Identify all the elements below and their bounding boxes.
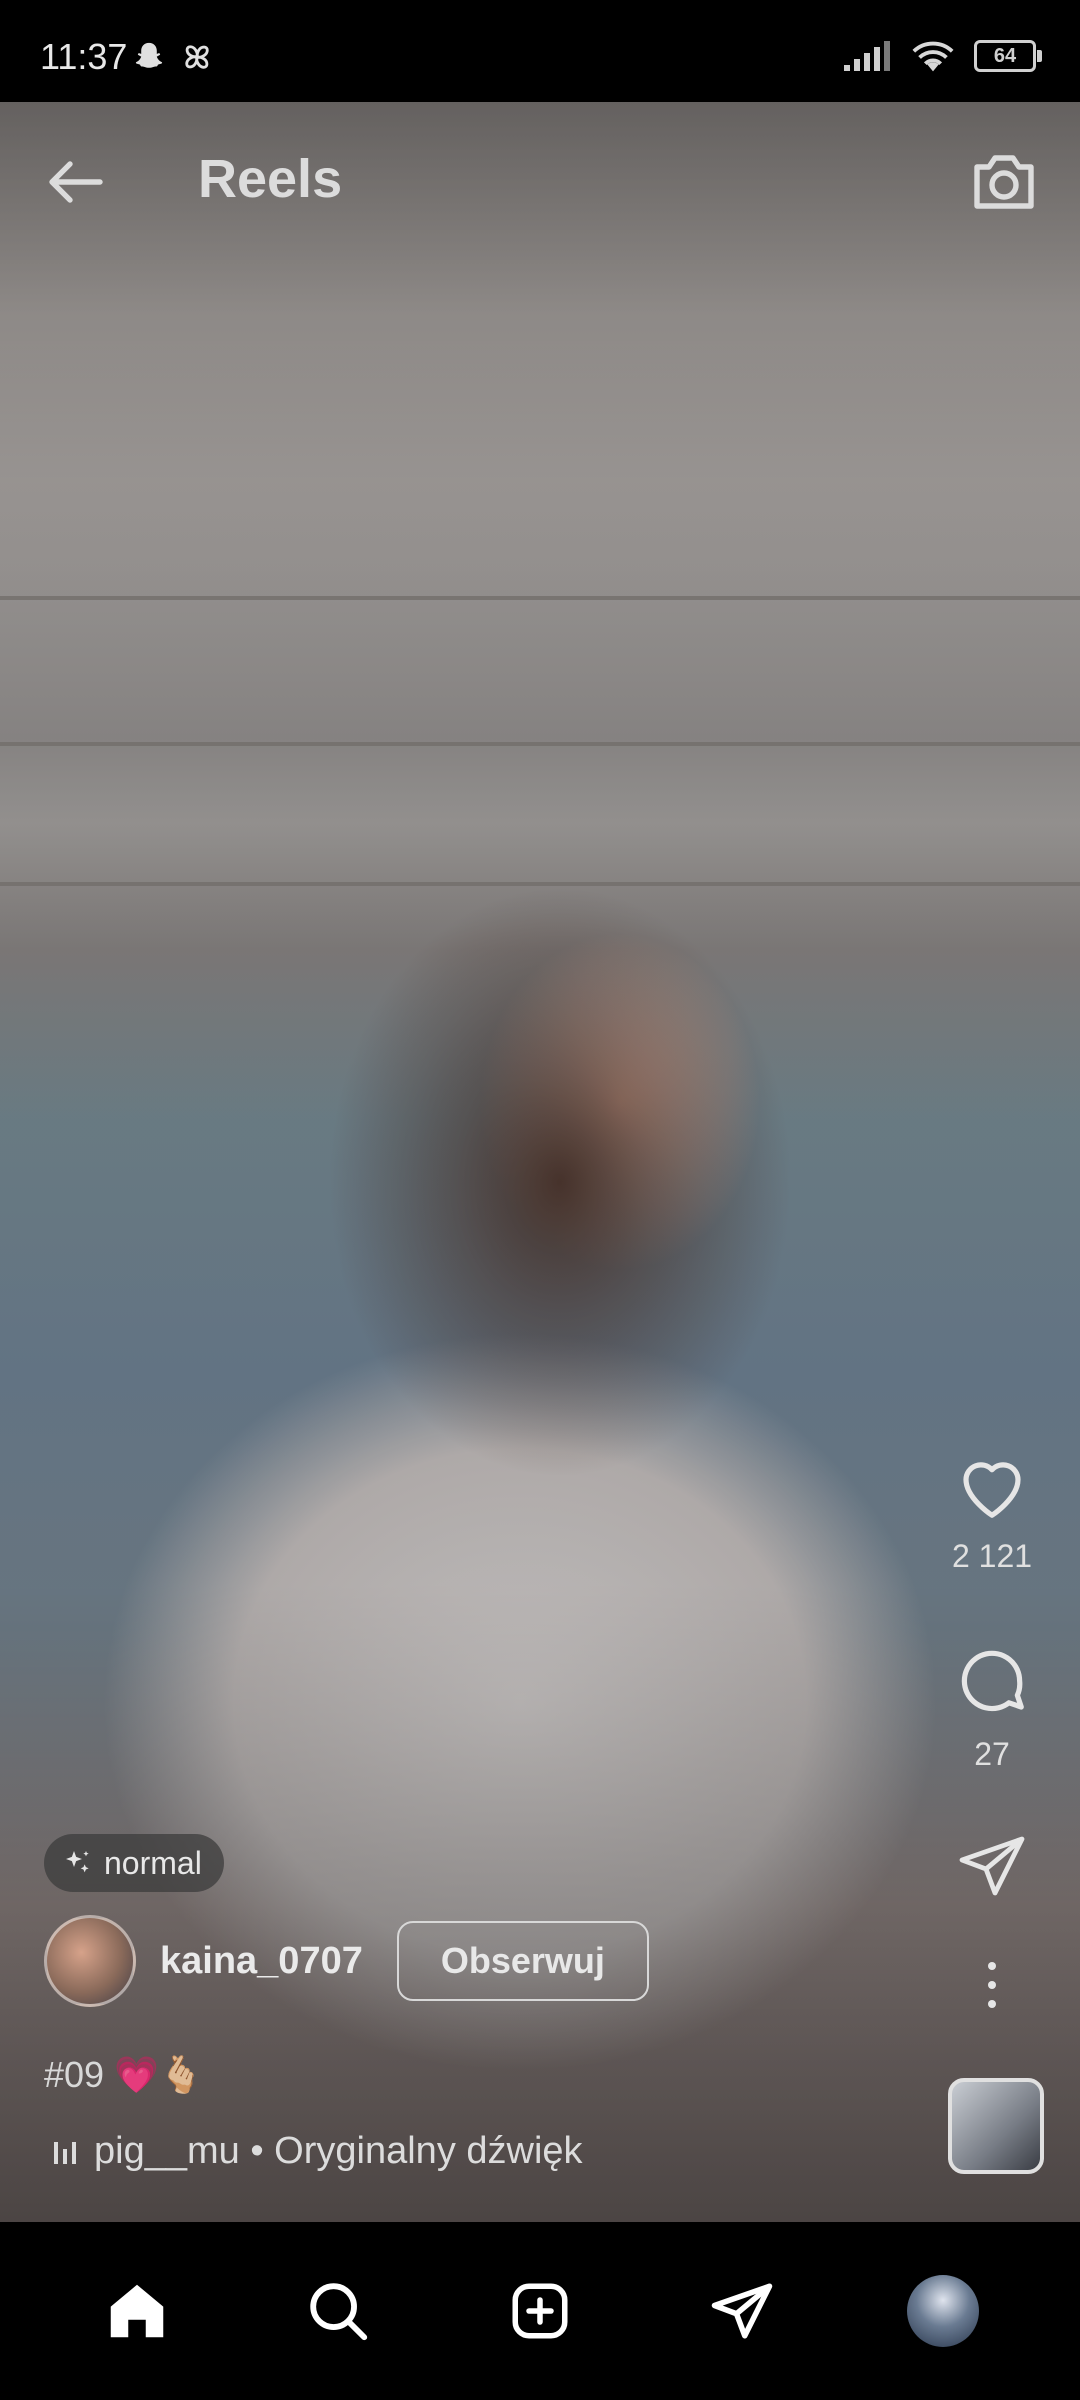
send-icon xyxy=(711,2283,772,2339)
effect-chip[interactable]: normal xyxy=(44,1834,224,1892)
audio-label: pig__mu • Oryginalny dźwięk xyxy=(94,2130,583,2172)
camera-icon xyxy=(974,155,1034,209)
video-shade xyxy=(0,102,1080,2222)
plus-square-icon xyxy=(512,2283,568,2339)
status-right-icons: 64 xyxy=(842,38,1042,74)
audio-thumbnail[interactable] xyxy=(948,2078,1044,2174)
more-vertical-icon xyxy=(988,1962,996,2008)
reels-header: Reels xyxy=(0,102,1080,252)
nav-profile[interactable] xyxy=(898,2266,988,2356)
audio-link[interactable]: pig__mu • Oryginalny dźwięk xyxy=(52,2130,583,2173)
nav-create[interactable] xyxy=(495,2266,585,2356)
bottom-navigation xyxy=(0,2222,1080,2400)
audio-bars-icon xyxy=(54,2141,76,2164)
post-caption[interactable]: #09 💗🫰🏼 xyxy=(44,2054,204,2096)
pinwheel-icon xyxy=(185,45,209,69)
back-button[interactable] xyxy=(40,146,112,218)
author-username[interactable]: kaina_0707 xyxy=(160,1940,363,1983)
status-left-icons xyxy=(132,40,214,74)
profile-avatar xyxy=(907,2275,980,2347)
send-icon xyxy=(959,1836,1025,1896)
battery-level: 64 xyxy=(993,44,1017,67)
like-count: 2 121 xyxy=(951,1538,1033,1574)
status-time: 11:37 xyxy=(40,36,128,77)
nav-search[interactable] xyxy=(293,2266,383,2356)
page-title: Reels xyxy=(198,149,343,209)
author-row: kaina_0707 Obserwuj xyxy=(44,1915,649,2007)
home-icon xyxy=(110,2284,164,2338)
search-icon xyxy=(310,2283,368,2341)
nav-direct[interactable] xyxy=(697,2266,787,2356)
signal-icon xyxy=(844,41,890,71)
comment-icon xyxy=(961,1650,1024,1712)
snapchat-icon xyxy=(135,42,163,68)
arrow-left-icon xyxy=(49,161,103,203)
sparkles-icon xyxy=(66,1851,89,1873)
camera-button[interactable] xyxy=(968,146,1040,218)
more-action[interactable] xyxy=(922,1960,1062,2010)
reel-video[interactable] xyxy=(0,102,1080,2222)
comment-action[interactable]: 27 xyxy=(922,1642,1062,1773)
share-action[interactable] xyxy=(922,1830,1062,1902)
comment-count: 27 xyxy=(974,1736,1010,1772)
like-action[interactable]: 2 121 xyxy=(922,1450,1062,1575)
wifi-icon xyxy=(912,41,954,72)
battery-icon: 64 xyxy=(974,40,1042,72)
follow-button[interactable]: Obserwuj xyxy=(396,1921,649,2001)
nav-home[interactable] xyxy=(92,2266,182,2356)
heart-icon xyxy=(963,1462,1021,1518)
status-bar: 11:37 64 xyxy=(0,0,1080,102)
author-avatar[interactable] xyxy=(44,1915,136,2007)
effect-label: normal xyxy=(104,1844,202,1881)
